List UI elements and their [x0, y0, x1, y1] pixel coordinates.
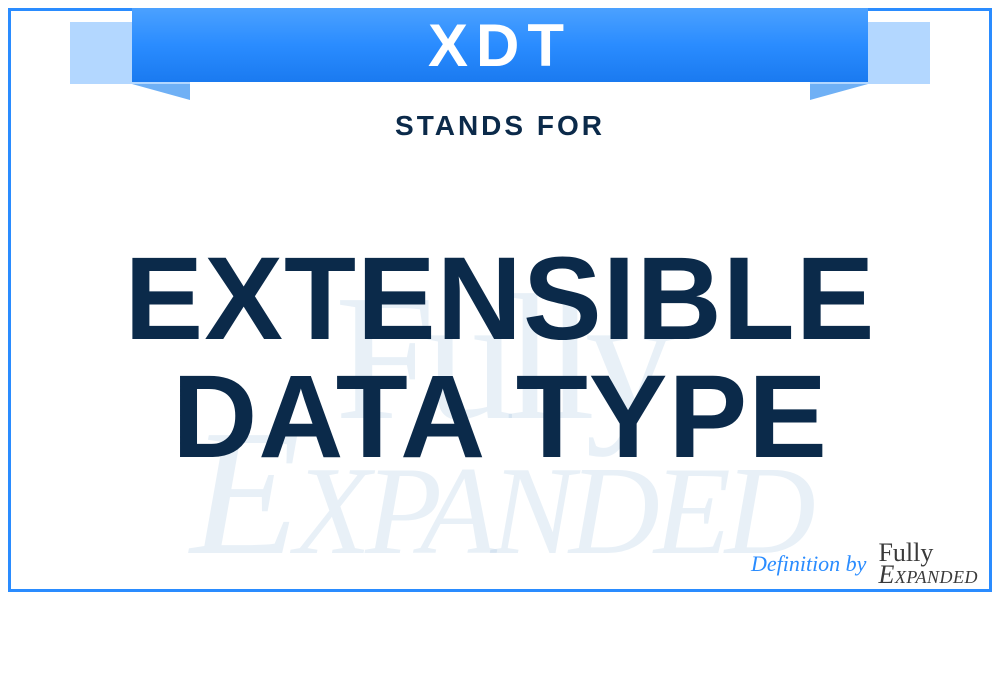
acronym-text: XDT	[428, 11, 572, 80]
source-logo: Fully Expanded	[878, 542, 978, 586]
ribbon-banner: XDT	[70, 8, 930, 98]
footer: Definition by Fully Expanded	[751, 542, 978, 586]
ribbon-main: XDT	[132, 8, 868, 82]
stands-for-label: STANDS FOR	[0, 110, 1000, 142]
definition-by-label: Definition by	[751, 551, 866, 577]
logo-line2: Expanded	[878, 564, 978, 586]
definition-text: EXTENSIBLE DATA TYPE	[60, 240, 940, 476]
